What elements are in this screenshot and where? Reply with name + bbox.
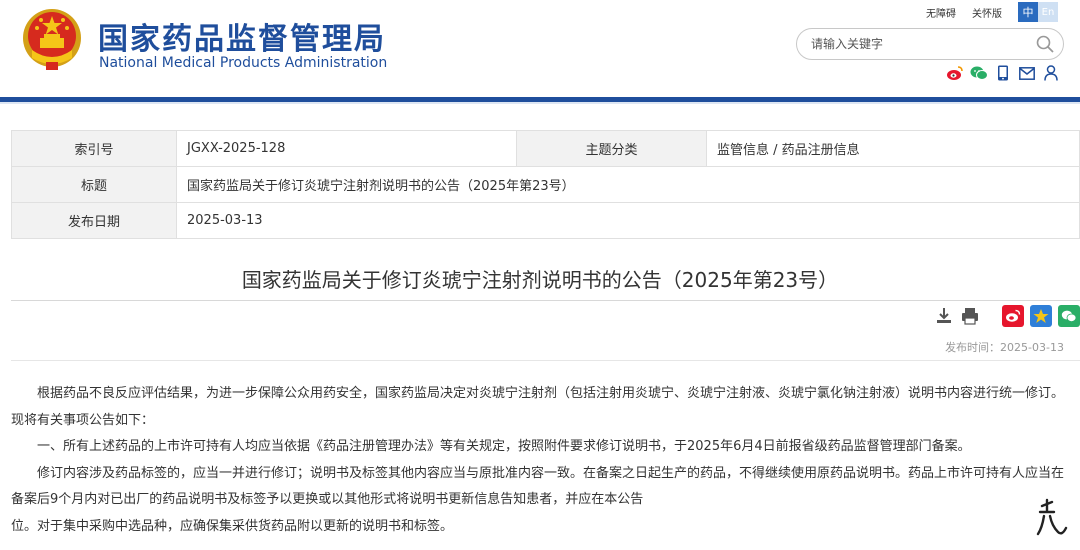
mail-icon[interactable] [1018,64,1036,82]
index-value: JGXX-2025-128 [176,130,517,167]
language-switch: 中 En [1018,2,1058,22]
site-title-en[interactable]: National Medical Products Administration [99,55,387,71]
weibo-icon[interactable] [946,64,964,82]
publish-time: 发布时间：2025-03-13 [945,341,1064,354]
national-emblem-icon [23,9,81,70]
elder-mode-link[interactable]: 关怀版 [972,5,1002,20]
title-label: 标题 [11,166,177,203]
lang-en-button[interactable]: En [1038,2,1058,22]
favorite-star-icon[interactable] [1030,305,1052,327]
download-icon[interactable] [934,306,954,326]
topic-label: 主题分类 [516,130,707,167]
lang-zh-button[interactable]: 中 [1018,2,1038,22]
article-body: 根据药品不良反应评估结果，为进一步保障公众用药安全，国家药监局决定对炎琥宁注射剂… [11,381,1069,540]
mobile-icon[interactable] [994,64,1012,82]
date-value: 2025-03-13 [176,202,1080,239]
watermark-icon [1036,498,1068,536]
title-value: 国家药监局关于修订炎琥宁注射剂说明书的公告（2025年第23号） [176,166,1080,203]
paragraph: 修订内容涉及药品标签的，应当一并进行修订；说明书及标签其他内容应当与原批准内容一… [11,465,1065,508]
wechat-icon[interactable] [970,64,988,82]
paragraph: 根据药品不良反应评估结果，为进一步保障公众用药安全，国家药监局决定对炎琥宁注射剂… [11,386,1065,428]
paragraph: 一、所有上述药品的上市许可持有人均应当依据《药品注册管理办法》等有关规定，按照附… [37,439,971,454]
social-links [946,64,1060,82]
share-weibo-icon[interactable] [1002,305,1024,327]
article-toolbar [934,305,1080,327]
user-icon[interactable] [1042,64,1060,82]
title-divider [11,300,1080,301]
site-header: 国家药品监督管理局 National Medical Products Admi… [0,0,1080,98]
table-row: 索引号 JGXX-2025-128 主题分类 监管信息 / 药品注册信息 [11,130,1080,167]
topic-value: 监管信息 / 药品注册信息 [706,130,1080,167]
share-wechat-icon[interactable] [1058,305,1080,327]
date-label: 发布日期 [11,202,177,239]
site-title-cn[interactable]: 国家药品监督管理局 [98,14,386,58]
top-links: 无障碍 关怀版 中 En [926,2,1058,22]
table-row: 标题 国家药监局关于修订炎琥宁注射剂说明书的公告（2025年第23号） [11,166,1080,203]
print-icon[interactable] [960,306,980,326]
header-divider [0,97,1080,104]
table-row: 发布日期 2025-03-13 [11,202,1080,239]
search-input[interactable] [811,35,1021,53]
index-label: 索引号 [11,130,177,167]
search-box [796,28,1064,60]
search-icon[interactable] [1035,34,1055,54]
article-title: 国家药监局关于修订炎琥宁注射剂说明书的公告（2025年第23号） [241,268,839,292]
date-divider [11,360,1080,361]
paragraph: 位。对于集中采购中选品种，应确保集采供货药品附以更新的说明书和标签。 [11,518,454,534]
document-info-table: 索引号 JGXX-2025-128 主题分类 监管信息 / 药品注册信息 标题 … [11,130,1080,239]
accessibility-link[interactable]: 无障碍 [926,5,956,20]
